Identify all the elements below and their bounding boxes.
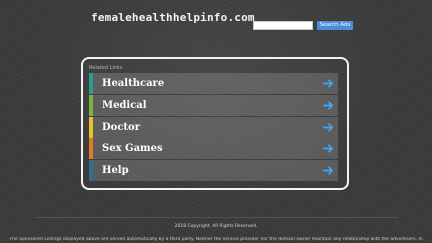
copyright-text: 2018 Copyright. All Rights Reserved. bbox=[174, 224, 258, 229]
related-link-label: Sex Games bbox=[102, 143, 163, 154]
arrow-right-icon bbox=[323, 144, 333, 153]
related-link-doctor[interactable]: Doctor bbox=[89, 117, 338, 138]
arrow-right-icon bbox=[323, 101, 333, 110]
accent-bar bbox=[89, 160, 93, 181]
related-link-healthcare[interactable]: Healthcare bbox=[89, 73, 338, 94]
related-link-label: Doctor bbox=[102, 122, 140, 133]
related-link-help[interactable]: Help bbox=[89, 160, 338, 181]
related-link-label: Help bbox=[102, 165, 129, 176]
accent-bar bbox=[89, 95, 93, 116]
footer-divider bbox=[34, 217, 398, 218]
arrow-right-icon bbox=[323, 123, 333, 132]
accent-bar bbox=[89, 73, 93, 94]
search-input[interactable] bbox=[253, 21, 313, 30]
related-link-label: Medical bbox=[102, 100, 147, 111]
related-link-medical[interactable]: Medical bbox=[89, 95, 338, 116]
disclaimer-text: The Sponsored Listings displayed above a… bbox=[9, 237, 423, 242]
related-link-label: Healthcare bbox=[102, 78, 165, 89]
site-title: femalehealthhelpinfo.com bbox=[91, 11, 255, 24]
related-link-sex-games[interactable]: Sex Games bbox=[89, 138, 338, 159]
accent-bar bbox=[89, 138, 93, 159]
accent-bar bbox=[89, 117, 93, 138]
arrow-right-icon bbox=[323, 79, 333, 88]
search-ads-button[interactable]: Search Ads bbox=[317, 21, 353, 30]
arrow-right-icon bbox=[323, 166, 333, 175]
related-links-heading: Related Links bbox=[89, 65, 123, 71]
